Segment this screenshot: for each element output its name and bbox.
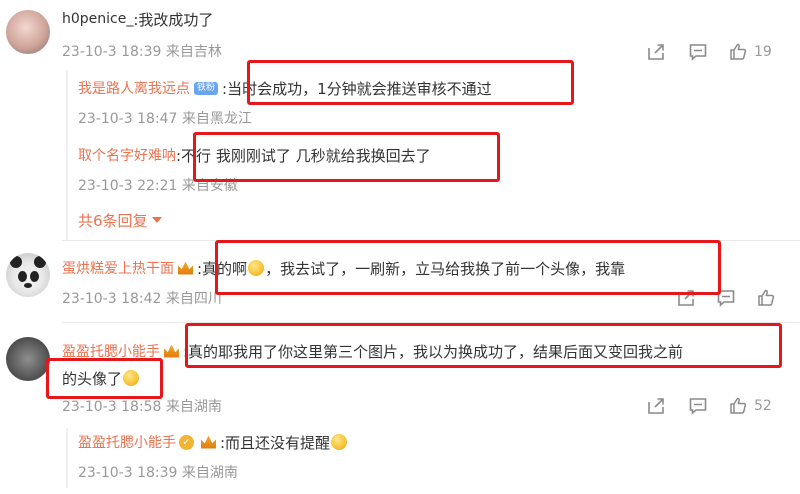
share-button[interactable] [676, 288, 696, 308]
laughing-emoji-icon [248, 260, 265, 276]
username[interactable]: 取个名字好难呐 [78, 145, 176, 165]
comment-meta: 23-10-3 18:39 来自吉林 [62, 44, 222, 60]
comment-meta: 23-10-3 18:42 来自四川 [62, 291, 222, 307]
comment-line: 蛋烘糕爱上热干面 :真的啊 ，我去试了，一刷新，立马给我换了前一个头像，我靠 [62, 258, 625, 278]
reply-line: 盈盈托腮小能手 ✓ :而且还没有提醒 [78, 432, 348, 452]
comment-meta: 23-10-3 18:58 来自湖南 [62, 399, 222, 415]
username[interactable]: 我是路人离我远点 [78, 78, 190, 98]
reply-meta: 23-10-3 18:39 来自湖南 [78, 465, 238, 481]
avatar[interactable] [6, 10, 50, 54]
more-replies-link[interactable]: 共6条回复 [78, 210, 162, 230]
like-button[interactable]: 52 [728, 396, 772, 416]
like-button[interactable] [756, 288, 776, 308]
more-replies-label: 共6条回复 [78, 211, 148, 230]
comment-line: 盈盈托腮小能手 :真的耶我用了你这里第三个图片，我以为换成功了，结果后面又变回我… [62, 341, 683, 361]
reply-text: :而且还没有提醒 [220, 433, 331, 452]
username[interactable]: 盈盈托腮小能手 [78, 432, 176, 452]
divider [62, 322, 800, 323]
share-button[interactable] [646, 396, 666, 416]
comment-text: :真的耶我用了你这里第三个图片，我以为换成功了，结果后面又变回我之前 [183, 342, 684, 361]
avatar[interactable] [6, 337, 50, 381]
comment-button[interactable] [716, 288, 736, 308]
like-icon [730, 43, 747, 60]
comment-text: :我改成功了 [133, 10, 214, 29]
like-count: 19 [754, 44, 772, 60]
comment-button[interactable] [688, 396, 708, 416]
reply-thread-bar [66, 428, 68, 488]
comment-text-cont: ，我去试了，一刷新，立马给我换了前一个头像，我靠 [265, 259, 626, 278]
crown-icon [201, 435, 216, 449]
crown-icon [178, 261, 193, 275]
username[interactable]: 蛋烘糕爱上热干面 [62, 258, 174, 278]
like-icon [730, 397, 747, 414]
share-button[interactable] [646, 42, 666, 62]
reply-text: :不行 我刚刚试了 几秒就给我换回去了 [176, 146, 431, 165]
comment-line: h0penice_ :我改成功了 [62, 9, 213, 29]
surprised-emoji-icon [123, 370, 140, 386]
comment-line-2: 的头像了 [62, 368, 140, 388]
reply-line: 我是路人离我远点 铁粉 :当时会成功，1分钟就会推送审核不通过 [78, 78, 492, 98]
comment-icon [689, 44, 707, 61]
vip-icon: ✓ [179, 434, 194, 450]
reply-text: :当时会成功，1分钟就会推送审核不通过 [222, 79, 492, 98]
comment-text-cont: 的头像了 [62, 369, 123, 388]
comment-icon [717, 290, 735, 307]
reply-thread-bar [66, 70, 68, 240]
comment-icon [689, 398, 707, 415]
comment-button[interactable] [688, 42, 708, 62]
divider [62, 240, 800, 241]
avatar[interactable] [6, 253, 50, 297]
chevron-down-icon [151, 217, 162, 223]
reply-meta: 23-10-3 18:47 来自黑龙江 [78, 111, 252, 127]
username[interactable]: 盈盈托腮小能手 [62, 341, 160, 361]
like-button[interactable]: 19 [728, 42, 772, 62]
username[interactable]: h0penice_ [62, 11, 133, 27]
share-icon [648, 398, 664, 414]
like-icon [758, 289, 775, 306]
reply-meta: 23-10-3 22:21 来自安徽 [78, 178, 238, 194]
fan-badge: 铁粉 [194, 81, 219, 95]
share-icon [648, 44, 664, 60]
comment-text: :真的啊 [197, 259, 248, 278]
like-count: 52 [754, 398, 772, 414]
crown-icon [164, 344, 179, 358]
reply-line: 取个名字好难呐 :不行 我刚刚试了 几秒就给我换回去了 [78, 145, 431, 165]
surprised-emoji-icon [331, 434, 348, 450]
share-icon [678, 290, 694, 306]
